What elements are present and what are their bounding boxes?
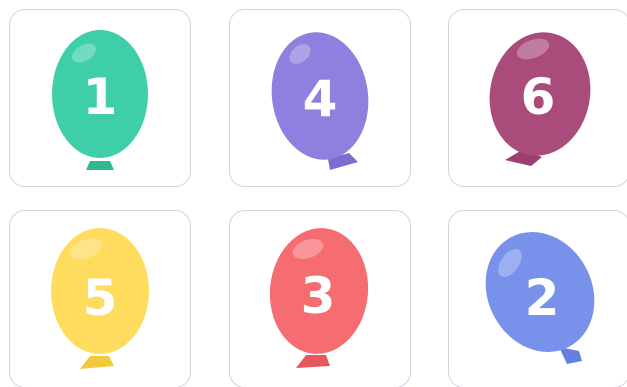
balloon-number: 2 (525, 269, 560, 327)
balloon-card-2[interactable]: 2 (448, 210, 627, 387)
balloon-icon: 5 (51, 228, 149, 369)
balloon-number: 4 (303, 70, 338, 128)
balloon-icon: 6 (489, 32, 591, 166)
balloon-card-1[interactable]: 1 (9, 9, 191, 187)
balloon-game-board: 1 4 6 5 3 2 (0, 0, 627, 387)
balloon-number: 6 (521, 68, 556, 126)
balloon-number: 1 (83, 68, 118, 126)
balloon-card-6[interactable]: 6 (448, 9, 627, 187)
balloon-card-5[interactable]: 5 (9, 210, 191, 387)
balloon-icon: 3 (269, 228, 369, 368)
balloon-card-4[interactable]: 4 (229, 9, 411, 187)
balloon-card-3[interactable]: 3 (229, 210, 411, 387)
balloon-number: 5 (83, 269, 118, 327)
balloon-icon: 1 (52, 30, 148, 170)
balloon-icon: 4 (271, 32, 369, 170)
balloon-number: 3 (301, 267, 336, 325)
balloon-icon: 2 (485, 232, 595, 364)
